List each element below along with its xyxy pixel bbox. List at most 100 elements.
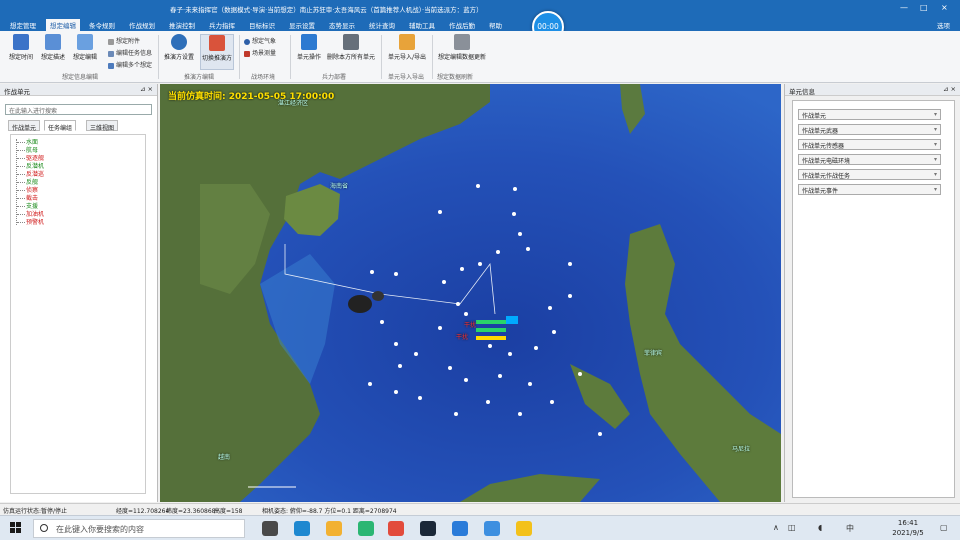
unit-label: 干扰 [464,322,477,329]
menu-force-command[interactable]: 兵力指挥 [209,20,235,30]
edge-icon[interactable] [294,521,310,536]
weather-button[interactable]: 想定气象 [244,36,276,45]
menu-situation-display[interactable]: 态势显示 [329,20,355,30]
prop-weapons[interactable]: 作战单元武器 ▾ [798,124,941,135]
pin-icon[interactable]: ⊿ × [140,85,153,93]
windows-start-icon[interactable] [10,522,22,534]
tab-3d-view[interactable]: 三维视图 [86,120,119,132]
group-label-scenario-info: 想定信息编辑 [62,74,99,81]
scenario-desc-button[interactable]: 想定描述 [36,34,70,61]
tab-task-groups[interactable]: 任务编组 [44,120,77,132]
chevron-up-icon[interactable]: ∧ [773,523,779,532]
prop-unit[interactable]: 作战单元 ▾ [798,109,941,120]
menu-simulation-control[interactable]: 推演控制 [169,20,195,30]
place-label: 越南 [218,454,231,461]
app-yellow-icon[interactable] [516,521,532,536]
ribbon-separator [239,35,240,79]
sim-status: 仿真运行状态:暂停/停止 [3,508,68,515]
unit-operation-button[interactable]: 单元操作 [292,34,326,61]
window-title: 春子·未来指挥官（数据模式·导演·当前想定）南止苏狂审·太吾海风云（首篇推荐人机… [170,6,483,14]
edit-icon [77,34,93,50]
menu-scenario-manage[interactable]: 想定管理 [10,20,36,30]
menu-tools[interactable]: 辅助工具 [409,20,435,30]
menu-doctrine[interactable]: 条令规则 [89,20,115,30]
unit-import-export-button[interactable]: 单元导入/导出 [385,34,429,61]
ribbon-separator [290,35,291,79]
ribbon-separator [381,35,382,79]
switch-side-icon [209,35,225,51]
media-icon[interactable] [358,521,374,536]
menu-bar: 想定管理 想定编辑 条令规则 作战规划 推演控制 兵力指挥 目标标识 显示设置 … [0,18,960,31]
prop-mission[interactable]: 作战单元作战任务 ▾ [798,169,941,180]
ime-indicator[interactable]: 中 [846,523,854,534]
multi-scenario-button[interactable]: 编辑多个想定 [108,60,152,69]
unit-search-input[interactable]: 在此输入进行搜索 [5,104,152,115]
prop-sensors[interactable]: 作战单元传感器 ▾ [798,139,941,150]
tab-combat-units[interactable]: 作战单元 [8,120,41,132]
menu-planning[interactable]: 作战规划 [129,20,155,30]
right-panel-header: 单元信息 ⊿ × [785,84,960,96]
scenario-time-button[interactable]: 想定时间 [4,34,38,61]
camera-info: 相机姿态: 俯仰=-88.7 方位=0.1 距离=2708974 [262,508,397,515]
ribbon-separator [432,35,433,79]
switch-side-button[interactable]: 切换推演方 [200,34,234,70]
chrome-icon[interactable] [388,521,404,536]
menu-scenario-edit[interactable]: 想定编辑 [46,19,80,31]
storm-cell [348,295,372,313]
search-icon [40,524,48,532]
prop-events[interactable]: 作战单元事件 ▾ [798,184,941,195]
chevron-down-icon: ▾ [933,141,937,148]
system-clock[interactable]: 16:41 2021/9/5 [887,518,929,538]
attachment-button[interactable]: 想定附件 [108,36,140,45]
task-info-button[interactable]: 编辑任务信息 [108,48,152,57]
prop-emcon[interactable]: 作战单元电磁环境 ▾ [798,154,941,165]
volume-icon[interactable]: ◖ [818,523,822,532]
measure-button[interactable]: 场景测量 [244,48,276,57]
globe-icon [244,38,250,45]
map-view[interactable]: 当前仿真时间: 2021-05-05 17:00:00 湛江经济区 海南省 越南… [160,84,781,502]
status-bar: 仿真运行状态:暂停/停止 经度=112.708264 纬度=23.360868 … [0,503,960,515]
menu-logistics[interactable]: 作战后勤 [449,20,475,30]
files-icon[interactable] [326,521,342,536]
left-panel: 作战单元 ⊿ × 在此输入进行搜索 作战单元 任务编组 三维视图 水面 航母 驱… [0,84,158,502]
app-blue-icon[interactable] [484,521,500,536]
taskbar: 在此键入你要搜索的内容 ∧ ◫ ◖ 中 16:41 2021/9/5 ▢ [0,515,960,540]
ruler-icon [244,50,250,57]
taskbar-search-input[interactable]: 在此键入你要搜索的内容 [33,519,245,538]
notification-icon[interactable]: ▢ [940,523,948,532]
unit-label: 干扰 [456,334,469,341]
menu-display-settings[interactable]: 显示设置 [289,20,315,30]
latitude: 纬度=23.360868 [166,508,216,515]
ribbon-separator [158,35,159,79]
menu-statistics[interactable]: 统计查询 [369,20,395,30]
unit-properties: 作战单元 ▾ 作战单元武器 ▾ 作战单元传感器 ▾ 作战单元电磁环境 ▾ 作战单元作战任… [792,100,955,498]
menu-target-mark[interactable]: 目标标识 [249,20,275,30]
right-panel-title: 单元信息 [789,88,815,96]
group-label-environment: 战场环境 [251,74,276,81]
delete-all-units-button[interactable]: 删除本方所有单元 [326,34,376,61]
simulation-time: 当前仿真时间: 2021-05-05 17:00:00 [168,92,335,102]
steam-icon[interactable] [420,521,436,536]
network-icon[interactable]: ◫ [788,523,796,532]
person-walk-icon [301,34,317,50]
maximize-button[interactable]: □ [920,3,928,12]
clock-icon [13,34,29,50]
folder-icon [399,34,415,50]
chevron-down-icon: ▾ [933,156,937,163]
list-icon [108,50,114,57]
menu-help[interactable]: 帮助 [489,20,502,30]
side-settings-button[interactable]: 推演方设置 [162,34,196,61]
options-menu[interactable]: 选项 [937,20,950,30]
app-g-icon[interactable] [452,521,468,536]
group-label-deploy: 兵力部署 [322,74,347,81]
users-icon [171,34,187,50]
pin-icon[interactable]: ⊿ × [943,85,956,93]
taskview-icon[interactable] [262,521,278,536]
data-update-button[interactable]: 想定编辑数据更新 [436,34,488,61]
ribbon-toolbar: 想定时间 想定描述 想定编辑 想定附件 编辑任务信息 编辑多个想定 想定信息编辑… [0,31,960,83]
scenario-edit-button[interactable]: 想定编辑 [68,34,102,61]
unit-tree[interactable]: 水面 航母 驱逐舰 反潜机 反潜巡 反舰 侦察 截击 支援 加油机 预警机 [10,134,146,494]
tree-item[interactable]: 预警机 [17,217,44,226]
minimize-button[interactable]: — [900,3,908,12]
close-button[interactable]: × [941,3,948,12]
